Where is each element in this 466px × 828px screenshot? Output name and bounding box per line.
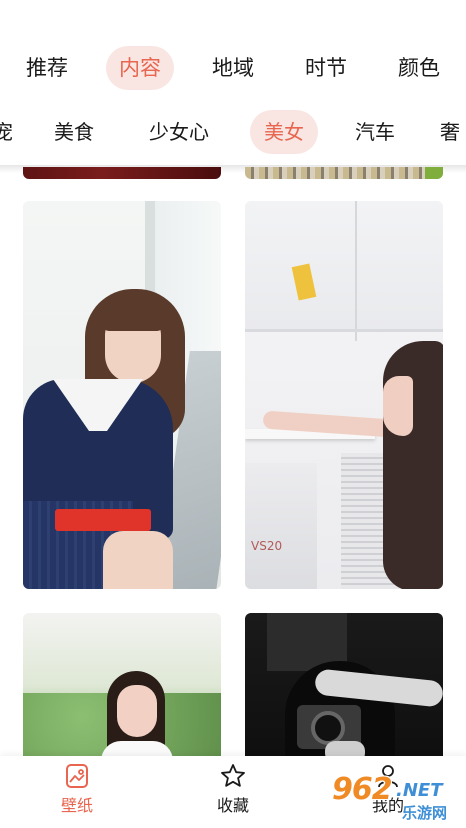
watermark-net: .NET	[396, 780, 443, 801]
wallpaper-card[interactable]	[23, 167, 221, 179]
wallpaper-card[interactable]	[245, 613, 443, 773]
wallpaper-card[interactable]: VS20	[245, 201, 443, 589]
box-label: VS20	[251, 539, 283, 553]
subtab-beauty[interactable]: 美女	[250, 110, 318, 154]
site-watermark: 962 .NET 乐游网	[330, 770, 462, 826]
tab-color[interactable]: 颜色	[382, 46, 456, 90]
wallpaper-icon	[66, 764, 88, 788]
tab-content[interactable]: 内容	[106, 46, 174, 90]
nav-favorites-label: 收藏	[216, 796, 249, 815]
subtab-pets[interactable]: 宠	[0, 110, 18, 154]
subcategory-tabs: 宠 美食 少女心 美女 汽车 奢	[0, 105, 466, 165]
watermark-number: 962	[332, 772, 393, 807]
tab-season[interactable]: 时节	[288, 46, 364, 90]
subtab-food[interactable]: 美食	[42, 110, 106, 154]
app-screen: 推荐 内容 地域 时节 颜色 宠 美食 少女心 美女 汽车 奢 VS20 壁纸 …	[0, 0, 466, 828]
subtab-cars[interactable]: 汽车	[342, 110, 408, 154]
star-icon	[221, 764, 245, 787]
wallpaper-card[interactable]	[23, 201, 221, 589]
tab-recommend[interactable]: 推荐	[8, 46, 86, 90]
category-tabs: 推荐 内容 地域 时节 颜色	[0, 38, 466, 98]
nav-wallpaper-label: 壁纸	[60, 796, 93, 815]
tab-region[interactable]: 地域	[196, 46, 270, 90]
wallpaper-card[interactable]	[23, 613, 221, 773]
nav-favorites[interactable]: 收藏	[193, 762, 273, 816]
nav-wallpaper[interactable]: 壁纸	[37, 762, 117, 816]
subtab-girly[interactable]: 少女心	[134, 110, 224, 154]
wallpaper-card[interactable]	[245, 167, 443, 179]
subtab-luxury[interactable]: 奢	[440, 110, 466, 154]
watermark-site: 乐游网	[402, 804, 448, 822]
